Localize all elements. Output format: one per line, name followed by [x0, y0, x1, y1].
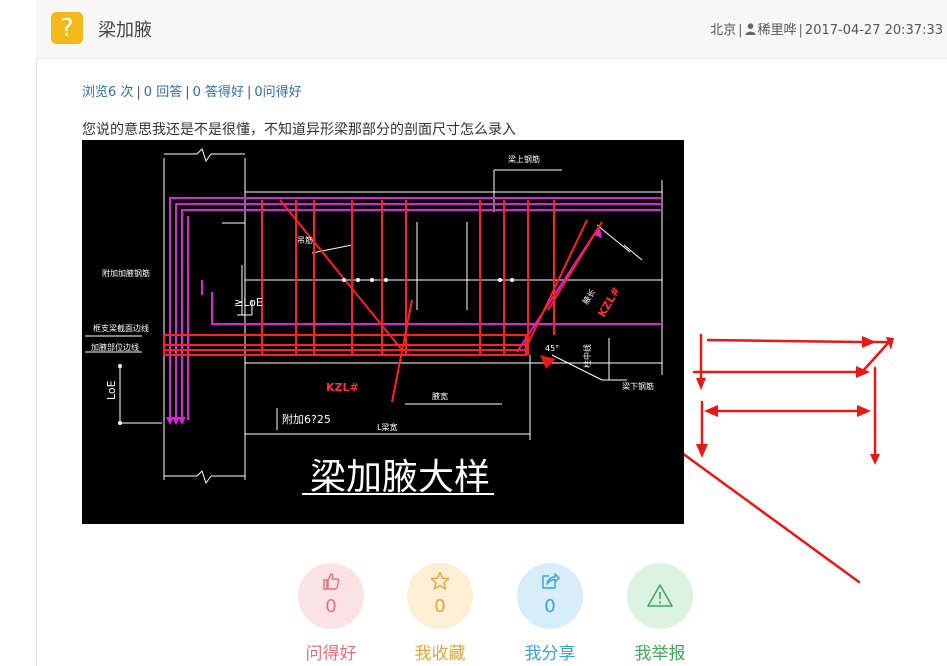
favorite-count: 0: [434, 596, 446, 617]
share-count: 0: [544, 596, 556, 617]
author-link[interactable]: 稀里哗: [758, 23, 797, 38]
meta-divider: |: [738, 23, 743, 38]
good-questions-count: 0问得好: [254, 85, 302, 100]
warning-icon: [647, 584, 673, 607]
answer-text: 您说的意思我还是不是很懂，不知道异形梁那部分的剖面尺寸怎么录入: [82, 122, 516, 138]
drawing-label-column-center: 柱中线: [582, 344, 592, 368]
drawing-label-stirrup: 吊筋: [297, 235, 313, 245]
question-stats: 浏览6 次 | 0 回答 | 0 答得好 | 0问得好: [82, 81, 302, 100]
action-report[interactable]: 我举报: [615, 563, 705, 664]
drawing-label-haunch-width: 腋宽: [432, 391, 448, 401]
cad-drawing-image[interactable]: 梁上钢筋 吊筋 附加加腋钢筋 框支梁截面边线 加腋部位边线 腋宽 L梁宽 梁下钢…: [82, 140, 684, 524]
answers-count[interactable]: 0 回答: [144, 85, 182, 100]
user-icon: [745, 23, 756, 35]
stats-divider: |: [136, 85, 141, 100]
red-annotation-arrows: [684, 333, 894, 584]
drawing-label-bottom-rebar: 梁下钢筋: [622, 381, 654, 391]
action-good-question[interactable]: 0 问得好: [286, 563, 376, 664]
drawing-title: 梁加腋大样: [310, 457, 490, 498]
good-answers-count: 0 答得好: [192, 85, 244, 100]
share-icon: [542, 573, 560, 589]
beam-haunch-detail-drawing: 梁上钢筋 吊筋 附加加腋钢筋 框支梁截面边线 加腋部位边线 腋宽 L梁宽 梁下钢…: [85, 148, 663, 498]
favorite-label: 我收藏: [414, 644, 466, 664]
action-favorite[interactable]: 0 我收藏: [395, 563, 485, 664]
report-circle: [627, 563, 693, 629]
post-datetime: 2017-04-27 20:37:33: [804, 23, 943, 38]
good-question-label: 问得好: [305, 644, 357, 664]
location-label: 北京: [710, 23, 737, 38]
share-circle: 0: [517, 563, 583, 629]
meta-divider: |: [798, 23, 803, 38]
thumbs-up-icon: [323, 573, 340, 590]
drawing-label-add-bar: 附加6?25: [282, 412, 331, 426]
views-count: 浏览6 次: [82, 85, 134, 100]
drawing-label-support-edge: 框支梁截面边线: [93, 323, 149, 333]
question-badge-icon: ?: [51, 12, 83, 44]
star-icon: [430, 571, 450, 590]
drawing-label-length: L梁宽: [377, 422, 397, 432]
question-meta: 北京 | 稀里哗 | 2017-04-27 20:37:33: [710, 19, 943, 38]
content-left-border: [36, 0, 37, 666]
question-title: 梁加腋: [98, 20, 152, 41]
annotation-arrowhead: [540, 355, 556, 369]
drawing-label-kzl-left: KZL#: [326, 381, 359, 394]
report-label: 我举报: [634, 644, 686, 664]
drawing-label-angle: 45°: [545, 344, 559, 353]
good-question-circle: 0: [298, 563, 364, 629]
action-share[interactable]: 0 我分享: [505, 563, 595, 664]
stats-divider: |: [247, 85, 252, 100]
stats-divider: |: [185, 85, 190, 100]
good-question-count: 0: [325, 596, 337, 617]
drawing-label-top-rebar: 梁上钢筋: [508, 154, 540, 164]
share-label: 我分享: [524, 644, 576, 664]
drawing-label-kzl-right: KZL#: [595, 285, 623, 320]
drawing-label-loe: LoE: [105, 380, 118, 400]
favorite-circle: 0: [407, 563, 473, 629]
drawing-label-haunch-line: 加腋部位边线: [91, 342, 139, 352]
drawing-label-haunch-length: 腋长: [580, 287, 597, 306]
drawing-label-anchor: ≥LoE: [234, 296, 263, 309]
drawing-label-add-rebar: 附加加腋钢筋: [102, 268, 150, 278]
